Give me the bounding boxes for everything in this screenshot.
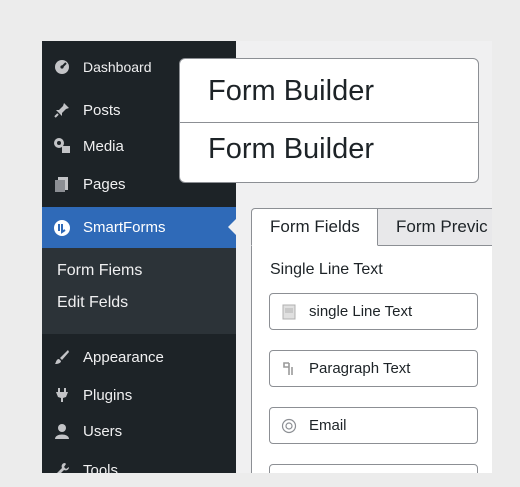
page-subtitle: Form Builder: [208, 133, 374, 165]
sidebar-item-users[interactable]: Users: [42, 413, 236, 449]
pages-icon: [52, 174, 72, 194]
section-title: Single Line Text: [270, 261, 383, 278]
sidebar-item-label: Appearance: [83, 348, 164, 366]
active-indicator: [228, 219, 236, 235]
paragraph-icon: [280, 360, 298, 378]
field-label: single Line Text: [309, 303, 413, 320]
sidebar-item-plugins[interactable]: Plugins: [42, 377, 236, 413]
media-icon: [52, 136, 72, 156]
tab-form-fields[interactable]: Form Fields: [251, 208, 378, 246]
brush-icon: [52, 347, 72, 367]
sidebar-item-label: Users: [83, 422, 123, 440]
submenu-item-form-fiems[interactable]: Form Fiems: [57, 262, 142, 280]
page-title: Form Builder: [208, 75, 374, 107]
submenu-item-edit-felds[interactable]: Edit Felds: [57, 294, 128, 312]
text-field-icon: [280, 303, 298, 321]
field-label: Paragraph Text: [309, 360, 411, 377]
sidebar-item-smartforms[interactable]: SmartForms: [42, 207, 236, 248]
sidebar-item-label: SmartForms: [83, 219, 166, 236]
field-partial[interactable]: [269, 464, 478, 473]
sidebar-item-label: Pages: [83, 175, 126, 193]
tab-form-preview[interactable]: Form Previc: [377, 208, 492, 246]
tab-label: Form Previc: [396, 217, 488, 236]
plugin-icon: [52, 385, 72, 405]
sidebar-item-label: Dashboard: [83, 59, 152, 75]
form-fields-panel: Single Line Text single Line Text Paragr…: [251, 245, 492, 473]
dashboard-icon: [52, 57, 72, 77]
sidebar-item-tools[interactable]: Tools: [42, 452, 236, 473]
sidebar-item-label: Tools: [83, 461, 119, 474]
admin-window: Dashboard Posts Media Pages SmartForms F…: [42, 41, 492, 473]
field-email[interactable]: Email: [269, 407, 478, 444]
field-label: Email: [309, 417, 347, 434]
sidebar-item-label: Posts: [83, 101, 121, 119]
sidebar-item-appearance[interactable]: Appearance: [42, 339, 236, 375]
smartforms-submenu: Form Fiems Edit Felds: [42, 248, 236, 334]
tab-label: Form Fields: [270, 217, 360, 236]
user-icon: [52, 421, 72, 441]
title-divider: [180, 122, 478, 123]
email-icon: [280, 417, 298, 435]
pin-icon: [52, 100, 72, 120]
field-single-line-text[interactable]: single Line Text: [269, 293, 478, 330]
sidebar-item-label: Media: [83, 137, 124, 155]
page-title-card: Form Builder Form Builder: [179, 58, 479, 183]
smartforms-icon: [52, 218, 72, 238]
main-content: Form Builder Form Builder Form Fields Fo…: [179, 41, 492, 473]
field-paragraph-text[interactable]: Paragraph Text: [269, 350, 478, 387]
sidebar-item-label: Plugins: [83, 386, 133, 404]
wrench-icon: [52, 460, 72, 473]
